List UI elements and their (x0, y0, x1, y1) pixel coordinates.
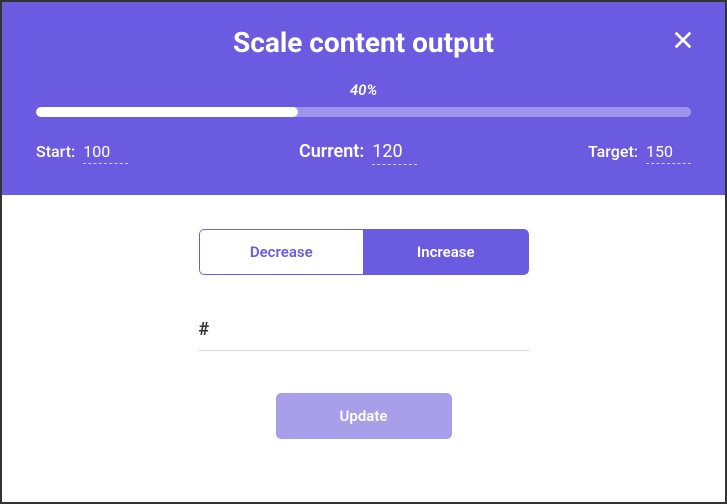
close-button[interactable] (669, 26, 697, 54)
amount-row: # (199, 319, 529, 351)
stat-target: Target: (588, 140, 691, 164)
progress-fill (36, 107, 298, 117)
modal-body: Decrease Increase # Update (2, 195, 725, 502)
progress-percent: 40% (36, 81, 691, 99)
start-label: Start: (36, 142, 75, 161)
target-label: Target: (588, 142, 638, 161)
modal-title: Scale content output (36, 26, 691, 59)
decrease-toggle[interactable]: Decrease (199, 229, 364, 275)
modal-header: Scale content output 40% Start: Current:… (2, 2, 725, 195)
current-label: Current: (299, 141, 364, 162)
update-button[interactable]: Update (276, 393, 452, 439)
progress-bar (36, 107, 691, 117)
amount-prefix: # (199, 319, 210, 340)
increase-toggle[interactable]: Increase (363, 229, 529, 275)
scale-content-modal: Scale content output 40% Start: Current:… (0, 0, 727, 504)
amount-input[interactable] (219, 320, 528, 339)
current-input[interactable] (372, 139, 417, 165)
start-input[interactable] (83, 140, 128, 164)
toggle-group: Decrease Increase (199, 229, 529, 275)
stats-row: Start: Current: Target: (36, 139, 691, 165)
close-icon (672, 29, 694, 51)
target-input[interactable] (646, 140, 691, 164)
stat-current: Current: (299, 139, 417, 165)
stat-start: Start: (36, 140, 128, 164)
